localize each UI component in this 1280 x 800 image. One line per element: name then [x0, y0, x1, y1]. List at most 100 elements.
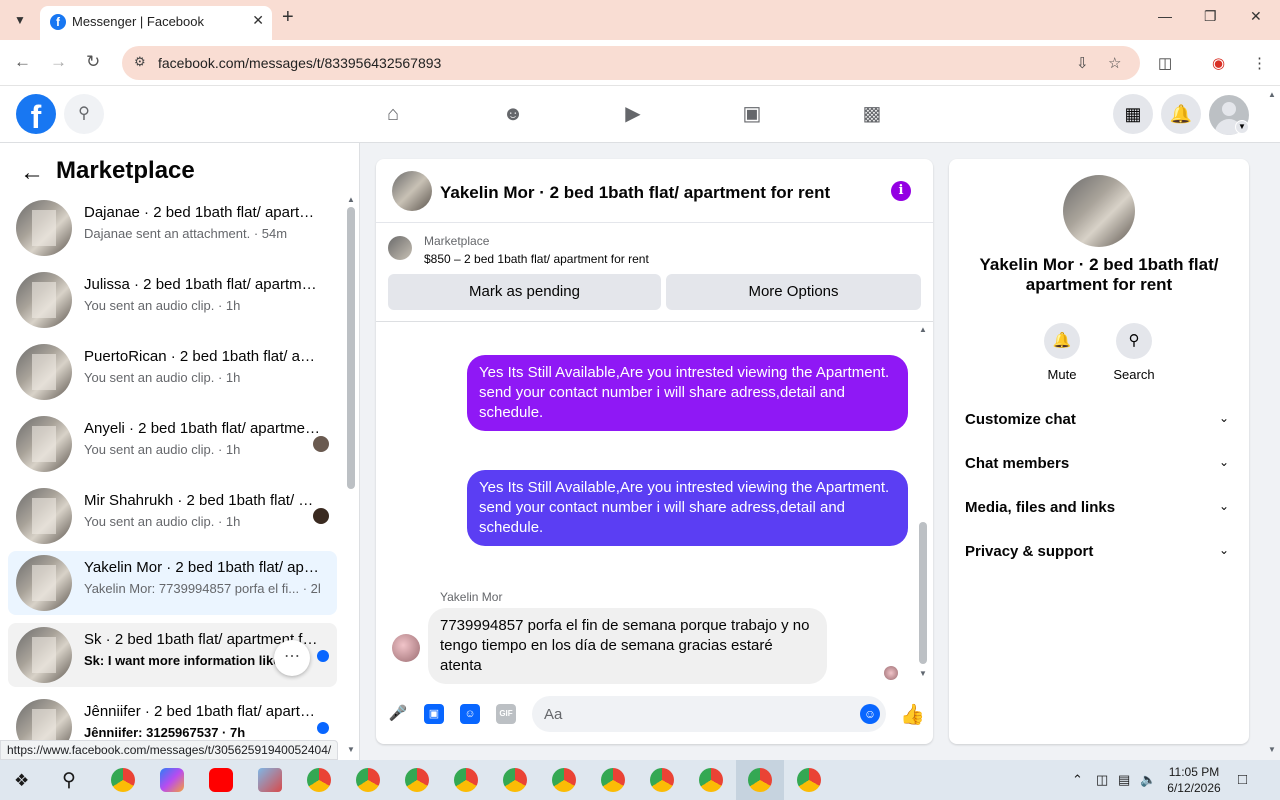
row-label: Privacy & support	[965, 543, 1094, 560]
back-arrow-icon[interactable]: ←	[20, 159, 44, 187]
microphone-icon[interactable]: 🎤	[388, 704, 408, 724]
video-icon[interactable]: ▶	[619, 100, 647, 128]
youtube-icon[interactable]	[209, 768, 233, 792]
photo-icon[interactable]: ▣	[424, 704, 444, 724]
chat-members-row[interactable]: Chat members ⌄	[957, 443, 1241, 487]
reload-icon[interactable]: ↻	[86, 52, 100, 72]
media-files-links-row[interactable]: Media, files and links ⌄	[957, 487, 1241, 531]
conversation-preview: Jênniifer: 3125967537 · 7h	[84, 725, 246, 740]
tray-chevron-icon[interactable]: ⌃	[1072, 772, 1083, 788]
avatar[interactable]	[392, 171, 432, 211]
browser-tab[interactable]: f Messenger | Facebook ✕	[40, 6, 272, 40]
profile-icon[interactable]: ◉	[1212, 54, 1225, 72]
home-icon[interactable]: ⌂	[379, 100, 407, 128]
chrome-profile-icon[interactable]	[356, 768, 380, 792]
avatar	[16, 488, 72, 544]
new-tab-icon[interactable]: +	[282, 6, 294, 29]
avatar	[16, 555, 72, 611]
conversation-item[interactable]: Dajanae · 2 bed 1bath flat/ apartment fo…	[8, 196, 337, 260]
install-app-icon[interactable]: ⇩	[1076, 54, 1089, 72]
bookmark-star-icon[interactable]: ☆	[1108, 54, 1121, 72]
incoming-sender-name: Yakelin Mor	[440, 590, 503, 604]
conversation-sidebar: ← Marketplace Dajanae · 2 bed 1bath flat…	[0, 143, 360, 760]
facebook-logo-icon[interactable]: f	[16, 94, 56, 134]
tab-close-icon[interactable]: ✕	[252, 12, 264, 29]
clock[interactable]: 11:05 PM 6/12/2026	[1160, 764, 1228, 796]
back-icon[interactable]: ←	[14, 52, 31, 72]
gif-icon[interactable]: GIF	[496, 704, 516, 724]
url-text[interactable]: facebook.com/messages/t/833956432567893	[158, 55, 441, 71]
conversation-item[interactable]: Anyeli · 2 bed 1bath flat/ apartment for…	[8, 412, 337, 476]
sidebar-scrollbar[interactable]	[347, 207, 355, 489]
conversation-item[interactable]: PuertoRican · 2 bed 1bath flat/ apartmen…	[8, 340, 337, 404]
scroll-up-arrow-icon[interactable]: ▲	[919, 325, 927, 334]
chat-title[interactable]: Yakelin Mor · 2 bed 1bath flat/ apartmen…	[440, 183, 830, 203]
forward-icon[interactable]: →	[50, 52, 67, 72]
chrome-profile-icon[interactable]	[503, 768, 527, 792]
friends-icon[interactable]: ☻	[499, 100, 527, 128]
more-options-icon[interactable]: ⋯	[274, 640, 310, 676]
chrome-profile-icon[interactable]	[699, 768, 723, 792]
conversation-item-active[interactable]: Yakelin Mor · 2 bed 1bath flat/ apartmen…	[8, 551, 337, 615]
chrome-profile-icon[interactable]	[307, 768, 331, 792]
chrome-profile-icon[interactable]	[454, 768, 478, 792]
thumbs-up-icon[interactable]: 👍	[900, 702, 925, 727]
minimize-icon[interactable]: —	[1158, 8, 1172, 24]
search-button[interactable]: ⚲ Search	[1104, 323, 1164, 382]
windows-start-icon[interactable]: ❖	[14, 771, 29, 791]
chat-panel: Yakelin Mor · 2 bed 1bath flat/ apartmen…	[376, 159, 933, 744]
chrome-profile-icon[interactable]	[650, 768, 674, 792]
page-scroll-up-icon[interactable]: ▲	[1268, 90, 1276, 99]
search-icon[interactable]: ⚲	[64, 94, 104, 134]
outgoing-message[interactable]: Yes Its Still Available,Are you intreste…	[467, 355, 908, 431]
copilot-icon[interactable]	[160, 768, 184, 792]
chrome-profile-icon[interactable]	[797, 768, 821, 792]
emoji-icon[interactable]: ☺	[860, 704, 880, 724]
chrome-profile-icon[interactable]	[601, 768, 625, 792]
mark-as-pending-button[interactable]: Mark as pending	[388, 274, 661, 310]
outgoing-message[interactable]: Yes Its Still Available,Are you intreste…	[467, 470, 908, 546]
mute-button[interactable]: 🔔 Mute	[1032, 323, 1092, 382]
notifications-bell-icon[interactable]: 🔔	[1161, 94, 1201, 134]
message-input[interactable]: Aa ☺	[532, 696, 886, 732]
sticker-icon[interactable]: ☺	[460, 704, 480, 724]
chat-scrollbar[interactable]	[919, 522, 927, 664]
tray-device-icon[interactable]: ◫	[1096, 772, 1108, 788]
chrome-profile-icon[interactable]	[748, 768, 772, 792]
menu-grid-icon[interactable]: ▦	[1113, 94, 1153, 134]
privacy-support-row[interactable]: Privacy & support ⌄	[957, 531, 1241, 575]
restore-icon[interactable]: ❐	[1204, 8, 1217, 25]
volume-icon[interactable]: 🔈	[1140, 772, 1156, 788]
scroll-down-arrow-icon[interactable]: ▼	[919, 669, 927, 678]
gaming-icon[interactable]: ▩	[858, 100, 886, 128]
window-close-icon[interactable]: ✕	[1250, 8, 1262, 25]
taskbar-search-icon[interactable]: ⚲	[62, 769, 76, 792]
tab-search-icon[interactable]: ▼	[8, 8, 32, 32]
site-info-icon[interactable]: ⚙	[134, 54, 146, 70]
seen-avatar	[884, 666, 898, 680]
chrome-profile-icon[interactable]	[552, 768, 576, 792]
customize-chat-row[interactable]: Customize chat ⌄	[957, 399, 1241, 443]
read-receipt-avatar	[313, 508, 329, 524]
incoming-message[interactable]: 7739994857 porfa el fin de semana porque…	[428, 608, 827, 684]
conversation-item[interactable]: Julissa · 2 bed 1bath flat/ apartment fo…	[8, 268, 337, 332]
scroll-down-arrow-icon[interactable]: ▼	[347, 745, 355, 754]
notification-center-icon[interactable]: □	[1238, 771, 1247, 788]
listing-title[interactable]: $850 – 2 bed 1bath flat/ apartment for r…	[424, 252, 649, 266]
extensions-icon[interactable]: ◫	[1158, 54, 1172, 72]
conversation-item[interactable]: Mir Shahrukh · 2 bed 1bath flat/ apartme…	[8, 484, 337, 548]
more-options-button[interactable]: More Options	[666, 274, 921, 310]
marketplace-icon[interactable]: ▣	[738, 100, 766, 128]
info-icon[interactable]: i	[891, 181, 911, 201]
scroll-up-arrow-icon[interactable]: ▲	[347, 195, 355, 204]
network-icon[interactable]: ▤	[1118, 772, 1130, 788]
chrome-icon[interactable]	[111, 768, 135, 792]
account-chevron-icon[interactable]: ▼	[1235, 120, 1249, 134]
avatar[interactable]	[392, 634, 420, 662]
browser-menu-icon[interactable]: ⋮	[1252, 54, 1267, 72]
conversation-item[interactable]: Sk · 2 bed 1bath flat/ apartment for ren…	[8, 623, 337, 687]
page-scroll-down-icon[interactable]: ▼	[1268, 745, 1276, 754]
chrome-profile-icon[interactable]	[405, 768, 429, 792]
address-bar[interactable]: ⚙ facebook.com/messages/t/83395643256789…	[122, 46, 1140, 80]
app-icon[interactable]	[258, 768, 282, 792]
